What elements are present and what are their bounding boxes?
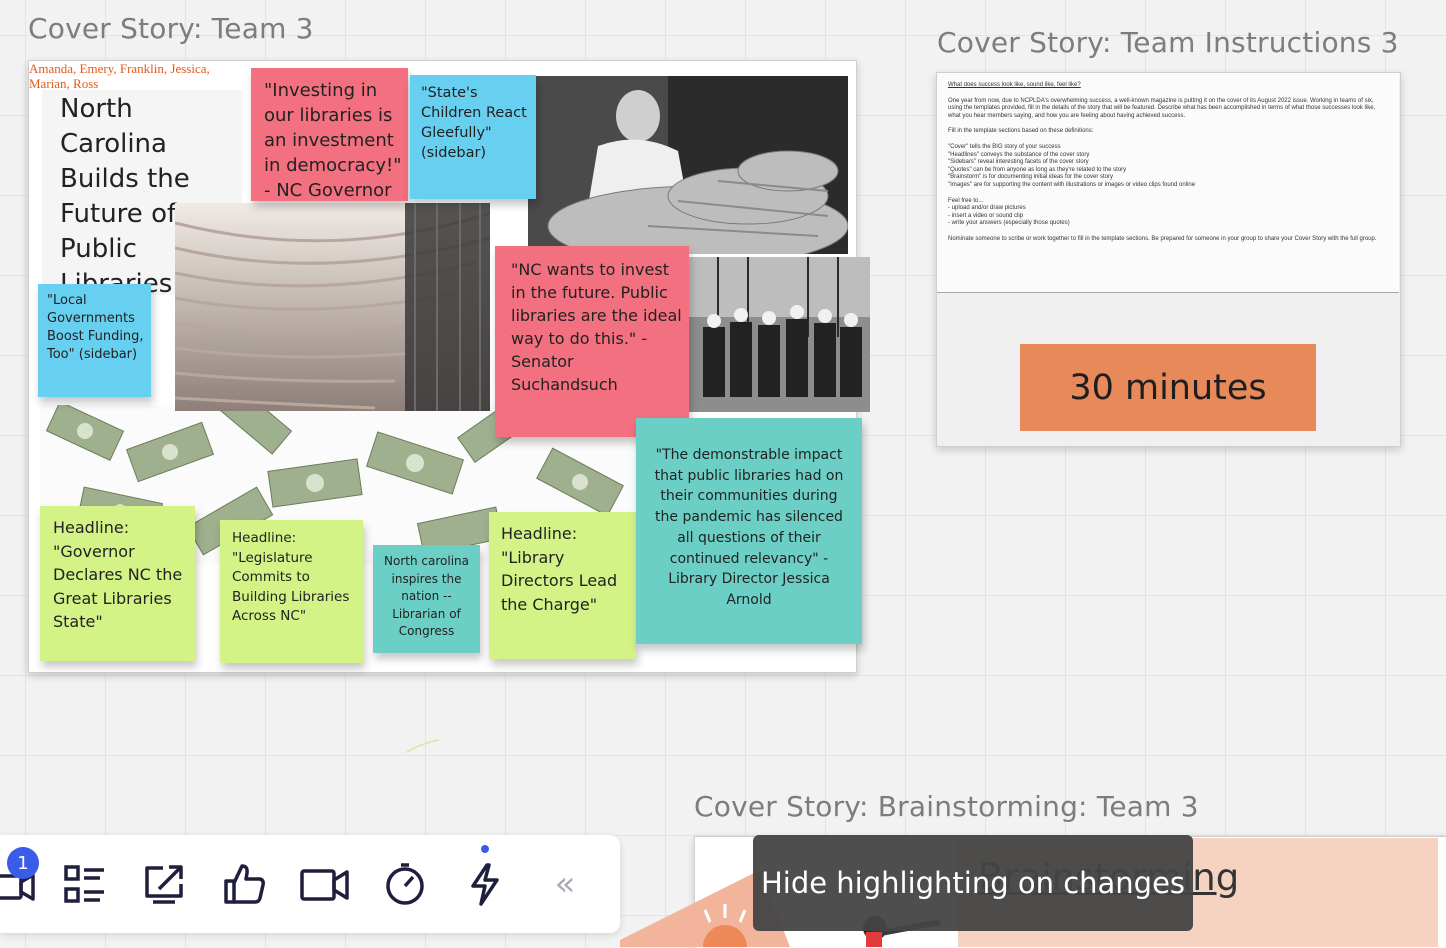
- timer-button[interactable]: [378, 857, 432, 911]
- instructions-free-2: - write your answers (especially those q…: [948, 220, 1070, 227]
- sticky-headline-legislature-text: Headline: "Legislature Commits to Buildi…: [232, 530, 350, 624]
- sticky-quote-senator-text: "NC wants to invest in the future. Publi…: [511, 260, 682, 394]
- instructions-free-0: - upload and/or draw pictures: [948, 205, 1026, 212]
- sticky-headline-legislature[interactable]: Headline: "Legislature Commits to Buildi…: [220, 520, 363, 663]
- instructions-def-5: "Images" are for supporting the content …: [948, 181, 1196, 188]
- sticky-nc-inspires[interactable]: North carolina inspires the nation -- Li…: [373, 545, 480, 653]
- sticky-quote-senator[interactable]: "NC wants to invest in the future. Publi…: [495, 246, 689, 437]
- instructions-para1: One year from now, due to NCPLDA's overw…: [948, 97, 1376, 119]
- sticky-headline-directors[interactable]: Headline: "Library Directors Lead the Ch…: [489, 512, 636, 659]
- man-with-money-image[interactable]: [528, 76, 848, 254]
- sticky-quote-governor-text: "Investing in our libraries is an invest…: [264, 80, 402, 201]
- lightning-icon: [471, 863, 499, 906]
- brainstorm-frame-title: Cover Story: Brainstorming: Team 3: [694, 790, 1199, 823]
- instructions-nominate: Nominate someone to scribe or work toget…: [948, 235, 1377, 242]
- notification-badge-count: 1: [17, 852, 29, 874]
- instructions-free-1: - insert a video or sound clip: [948, 212, 1024, 219]
- hide-highlighting-tooltip: Hide highlighting on changes: [753, 835, 1193, 931]
- list-button[interactable]: [58, 857, 112, 911]
- lightning-button[interactable]: [458, 857, 512, 911]
- sticky-quote-director[interactable]: "The demonstrable impact that public lib…: [636, 418, 862, 644]
- instructions-def-0: "Cover" tells the BIG story of your succ…: [948, 143, 1061, 150]
- sticky-sidebar-children[interactable]: "State's Children React Gleefully" (side…: [410, 75, 536, 199]
- groundbreaking-photo: [688, 257, 870, 412]
- sticky-sidebar-children-text: "State's Children React Gleefully" (side…: [421, 85, 527, 161]
- share-screen-button[interactable]: [138, 857, 192, 911]
- instructions-heading: What does success look like, sound like,…: [948, 82, 1081, 88]
- sticky-sidebar-local-text: "Local Governments Boost Funding, Too" (…: [47, 293, 144, 362]
- list-icon: [64, 865, 104, 903]
- timer-card[interactable]: 30 minutes: [1020, 344, 1316, 431]
- team-members-text: Amanda, Emery, Franklin, Jessica, Marian…: [29, 61, 210, 91]
- thumbs-up-icon: [224, 864, 265, 904]
- sticky-quote-governor[interactable]: "Investing in our libraries is an invest…: [251, 68, 408, 201]
- sticky-headline-directors-text: Headline: "Library Directors Lead the Ch…: [501, 524, 618, 614]
- pen-stroke-mark: [406, 739, 440, 753]
- share-screen-icon: [145, 865, 183, 904]
- bottom-toolbar: 1 «: [0, 835, 620, 933]
- sticky-headline-governor[interactable]: Headline: "Governor Declares NC the Grea…: [40, 506, 195, 661]
- collapse-toolbar-button[interactable]: «: [538, 857, 592, 911]
- tooltip-text: Hide highlighting on changes: [760, 866, 1186, 900]
- sticky-sidebar-local[interactable]: "Local Governments Boost Funding, Too" (…: [38, 284, 151, 397]
- sticky-headline-governor-text: Headline: "Governor Declares NC the Grea…: [53, 518, 183, 631]
- instructions-def-3: "Quotes" can be from anyone as long as t…: [948, 166, 1127, 173]
- instructions-document[interactable]: What does success look like, sound like,…: [937, 73, 1399, 293]
- timer-label: 30 minutes: [1069, 367, 1267, 408]
- instructions-feel-free: Feel free to...: [948, 197, 984, 204]
- timer-icon: [386, 863, 424, 905]
- thumbs-up-button[interactable]: [218, 857, 272, 911]
- instructions-def-4: "Brainstorm" is for documenting initial …: [948, 174, 1113, 181]
- sticky-quote-director-text: "The demonstrable impact that public lib…: [654, 447, 844, 608]
- sticky-nc-inspires-text: North carolina inspires the nation -- Li…: [384, 554, 469, 638]
- library-shelves-illustration: [175, 203, 490, 411]
- instructions-para2: Fill in the template sections based on t…: [948, 128, 1094, 135]
- collapse-icon: «: [554, 864, 576, 904]
- library-interior-image[interactable]: [175, 203, 490, 411]
- video-camera-button[interactable]: [298, 857, 352, 911]
- instructions-def-2: "Sidebars" reveal interesting facets of …: [948, 159, 1089, 166]
- lightning-indicator-dot: [481, 845, 489, 853]
- notification-badge: 1: [7, 847, 39, 879]
- video-camera-icon: [300, 869, 349, 901]
- instructions-def-1: "Headlines" conveys the substance of the…: [948, 151, 1090, 158]
- instructions-frame-title: Cover Story: Team Instructions 3: [937, 26, 1399, 59]
- money-pile-photo: [528, 76, 848, 254]
- groundbreaking-image[interactable]: [688, 257, 870, 412]
- cover-story-frame-title: Cover Story: Team 3: [28, 12, 314, 45]
